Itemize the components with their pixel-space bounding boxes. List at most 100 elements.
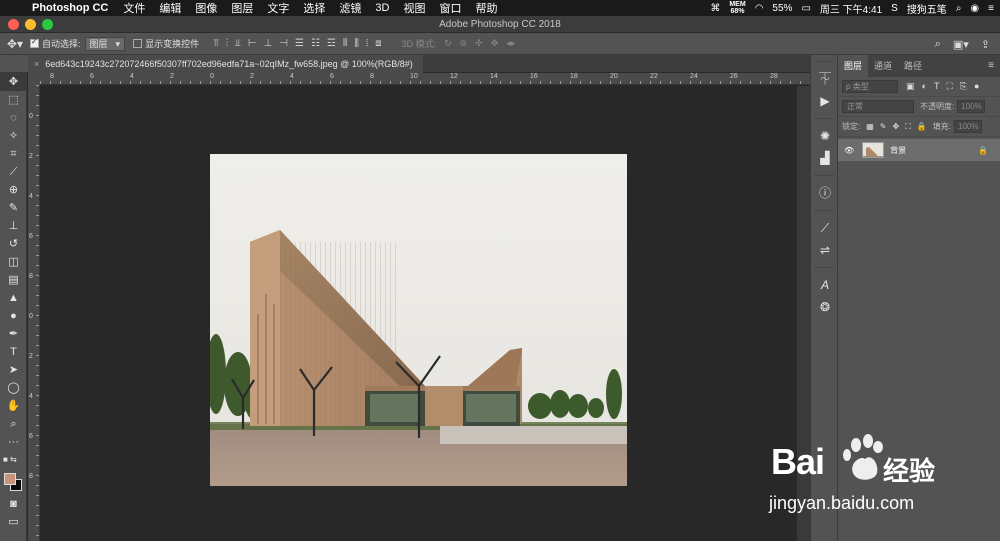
- menu-3d[interactable]: 3D: [368, 2, 396, 14]
- quick-mask-icon[interactable]: ◙: [0, 495, 27, 513]
- filter-type-icon[interactable]: T: [934, 81, 940, 92]
- status-grid-icon[interactable]: ⌘: [710, 3, 720, 14]
- magic-wand-tool-icon[interactable]: ✧: [0, 127, 27, 145]
- foreground-color-swatch[interactable]: [4, 473, 16, 485]
- visibility-eye-icon[interactable]: 👁: [844, 146, 854, 155]
- properties-icon[interactable]: ⇌: [811, 239, 839, 261]
- info-icon[interactable]: ⓘ: [811, 182, 839, 204]
- tab-channels[interactable]: 通道: [868, 55, 898, 77]
- menu-select[interactable]: 选择: [296, 0, 332, 16]
- 3d-orbit-icon[interactable]: ↻: [444, 38, 452, 49]
- lock-all-icon[interactable]: 🔒: [917, 122, 927, 132]
- close-tab-icon[interactable]: ×: [34, 59, 39, 69]
- tab-layers[interactable]: 图层: [838, 55, 869, 77]
- actions-play-icon[interactable]: ▶: [811, 90, 839, 112]
- lasso-tool-icon[interactable]: ◌: [0, 109, 27, 127]
- show-transform-checkbox[interactable]: [133, 39, 143, 48]
- filter-smart-object-icon[interactable]: ⎘: [960, 81, 967, 92]
- horizontal-ruler[interactable]: 8 6 4 2 0 2 4 6 8 10 12 14 16 18 20 22 24 26 28: [40, 73, 810, 85]
- screen-mode-icon[interactable]: ▭: [0, 513, 27, 531]
- auto-align-icon[interactable]: ⧈: [375, 38, 381, 49]
- filter-shape-icon[interactable]: ⛶: [946, 81, 952, 92]
- close-window-button[interactable]: [8, 19, 19, 30]
- dodge-tool-icon[interactable]: ●: [0, 307, 27, 325]
- tab-paths[interactable]: 路径: [898, 55, 928, 77]
- default-colors-icon[interactable]: ■ ⇆: [0, 451, 27, 469]
- history-panel-icon[interactable]: ⏇: [811, 68, 839, 90]
- notification-center-icon[interactable]: ≡: [988, 3, 994, 14]
- auto-select-dropdown[interactable]: 图层 ▾: [84, 36, 126, 51]
- ellipse-tool-icon[interactable]: ◯: [0, 379, 27, 397]
- menu-filter[interactable]: 滤镜: [332, 0, 368, 16]
- layer-filter-dropdown[interactable]: ρ 类型: [842, 80, 898, 93]
- share-icon[interactable]: ⇪: [981, 38, 990, 51]
- document-tab[interactable]: × 6ed643c19243c272072466f50307ff702ed96ed…: [28, 55, 423, 73]
- blend-mode-dropdown[interactable]: 正常: [842, 100, 914, 113]
- filter-toggle-icon[interactable]: ●: [974, 81, 979, 92]
- brush-tool-icon[interactable]: ✎: [0, 199, 27, 217]
- ruler-origin[interactable]: [28, 73, 40, 85]
- glyphs-icon[interactable]: ❂: [811, 296, 839, 318]
- character-panel-icon[interactable]: A: [811, 274, 839, 296]
- move-tool-icon[interactable]: ✥: [0, 73, 27, 91]
- healing-brush-tool-icon[interactable]: ⊕: [0, 181, 27, 199]
- minimize-window-button[interactable]: [25, 19, 36, 30]
- layer-row[interactable]: 👁 背景 🔒: [838, 139, 1000, 161]
- auto-select-checkbox[interactable]: [30, 37, 39, 48]
- menu-edit[interactable]: 编辑: [152, 0, 188, 16]
- menu-window[interactable]: 窗口: [432, 0, 468, 16]
- distribute-vcenter-icon[interactable]: ☷: [311, 38, 320, 49]
- type-tool-icon[interactable]: T: [0, 343, 27, 361]
- ime-label[interactable]: 搜狗五笔: [907, 1, 947, 16]
- history-brush-tool-icon[interactable]: ↺: [0, 235, 27, 253]
- zoom-window-button[interactable]: [42, 19, 53, 30]
- panel-menu-icon[interactable]: ≡: [988, 60, 994, 71]
- lock-transparent-icon[interactable]: ▦: [866, 122, 874, 132]
- align-right-icon[interactable]: ⊣: [279, 38, 288, 49]
- 3d-scale-icon[interactable]: ◂▸: [506, 38, 515, 49]
- distribute-top-icon[interactable]: ☰: [295, 38, 304, 49]
- distribute-left-icon[interactable]: ⦀: [343, 38, 347, 49]
- 3d-roll-icon[interactable]: ⊚: [460, 38, 468, 49]
- 3d-pan-icon[interactable]: ✣: [475, 38, 483, 49]
- menu-view[interactable]: 视图: [396, 0, 432, 16]
- siri-icon[interactable]: ◉: [970, 3, 979, 14]
- eraser-tool-icon[interactable]: ◫: [0, 253, 27, 271]
- align-bottom-icon[interactable]: ⫫: [235, 38, 241, 49]
- pen-tool-icon[interactable]: ✒: [0, 325, 27, 343]
- align-hcenter-icon[interactable]: ⊥: [264, 38, 273, 49]
- align-vcenter-icon[interactable]: ⫶: [226, 38, 229, 49]
- align-left-icon[interactable]: ⊢: [248, 38, 257, 49]
- more-tools-icon[interactable]: ···: [0, 433, 27, 451]
- 3d-slide-icon[interactable]: ✥: [491, 38, 499, 49]
- distribute-bottom-icon[interactable]: ☲: [327, 38, 336, 49]
- menu-type[interactable]: 文字: [260, 0, 296, 16]
- fill-input[interactable]: 100%: [954, 120, 983, 133]
- filter-pixel-icon[interactable]: ▣: [906, 81, 915, 92]
- wifi-icon[interactable]: ◠: [755, 3, 764, 14]
- clock[interactable]: 周三 下午4:41: [820, 1, 882, 16]
- distribute-right-icon[interactable]: ⦙: [366, 38, 368, 49]
- crop-tool-icon[interactable]: ⌗: [0, 145, 27, 163]
- menu-file[interactable]: 文件: [116, 0, 152, 16]
- menu-layer[interactable]: 图层: [224, 0, 260, 16]
- brush-settings-icon[interactable]: ⟋: [811, 217, 839, 239]
- opacity-input[interactable]: 100%: [957, 100, 986, 113]
- eyedropper-tool-icon[interactable]: ⟋: [0, 163, 27, 181]
- battery-percent[interactable]: 55%: [772, 3, 792, 14]
- clone-stamp-tool-icon[interactable]: ⊥: [0, 217, 27, 235]
- battery-icon[interactable]: ▭: [801, 3, 810, 14]
- lock-artboard-icon[interactable]: ⛶: [905, 122, 911, 132]
- lock-position-icon[interactable]: ✥: [893, 122, 900, 132]
- align-top-icon[interactable]: ⫪: [213, 38, 219, 49]
- ime-icon[interactable]: S: [891, 3, 898, 14]
- path-selection-tool-icon[interactable]: ➤: [0, 361, 27, 379]
- marquee-tool-icon[interactable]: ⬚: [0, 91, 27, 109]
- memory-indicator[interactable]: MEM 68%: [729, 1, 745, 15]
- document-image[interactable]: [210, 154, 627, 486]
- hand-tool-icon[interactable]: ✋: [0, 397, 27, 415]
- gradient-tool-icon[interactable]: ▤: [0, 271, 27, 289]
- menu-help[interactable]: 帮助: [468, 0, 504, 16]
- zoom-tool-icon[interactable]: ⌕: [0, 415, 27, 433]
- move-tool-preset-icon[interactable]: ✥▾: [0, 37, 30, 51]
